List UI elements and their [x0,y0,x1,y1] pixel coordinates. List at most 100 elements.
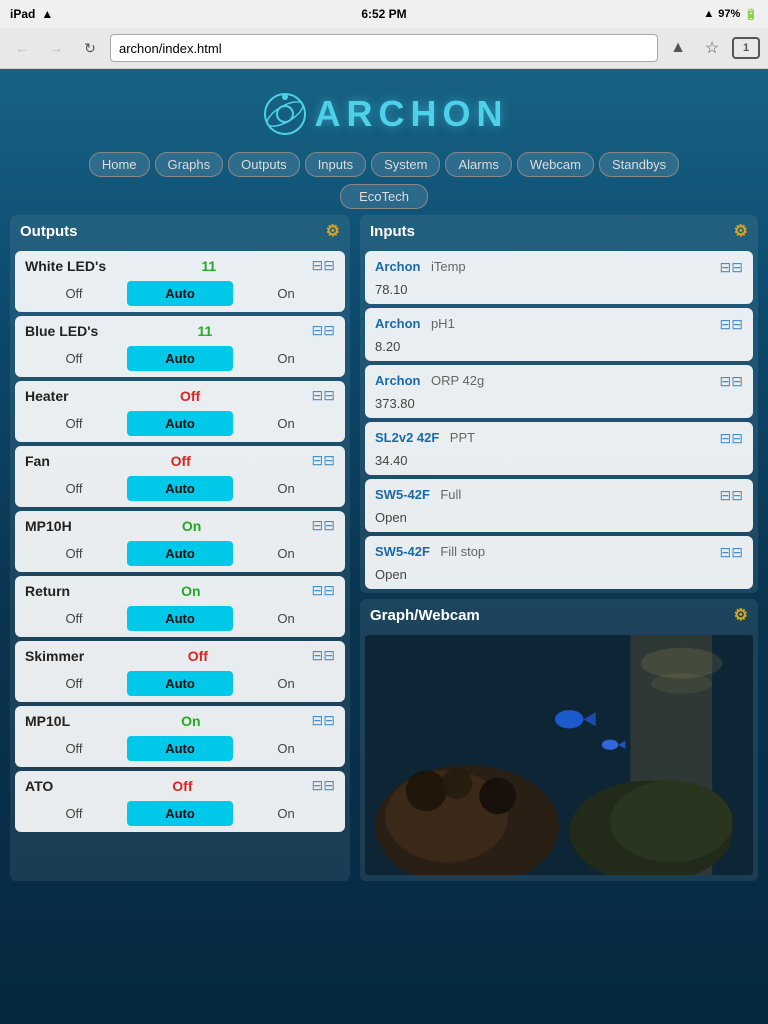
off-btn-white-leds[interactable]: Off [21,281,127,306]
tab-count[interactable]: 1 [732,37,760,59]
output-blue-leds: Blue LED's 11 ⊟⊟ Off Auto On [15,316,345,377]
auto-btn-mp10l[interactable]: Auto [127,736,233,761]
slider-icon-heater[interactable]: ⊟⊟ [312,387,335,404]
input-orp: Archon ORP 42g ⊟⊟ 373.80 [365,365,753,418]
output-heater: Heater Off ⊟⊟ Off Auto On [15,381,345,442]
off-btn-heater[interactable]: Off [21,411,127,436]
auto-btn-blue-leds[interactable]: Auto [127,346,233,371]
auto-btn-skimmer[interactable]: Auto [127,671,233,696]
off-btn-return[interactable]: Off [21,606,127,631]
slider-icon-fan[interactable]: ⊟⊟ [312,452,335,469]
slider-icon-white-leds[interactable]: ⊟⊟ [312,257,335,274]
output-mp10l: MP10L On ⊟⊟ Off Auto On [15,706,345,767]
controls-mp10l: Off Auto On [15,732,345,767]
outputs-header: Outputs ⚙ [10,215,350,247]
output-fan: Fan Off ⊟⊟ Off Auto On [15,446,345,507]
off-btn-fan[interactable]: Off [21,476,127,501]
on-btn-mp10l[interactable]: On [233,736,339,761]
off-btn-mp10l[interactable]: Off [21,736,127,761]
slider-icon-mp10h[interactable]: ⊟⊟ [312,517,335,534]
graph-gear-icon[interactable]: ⚙ [734,605,748,625]
on-btn-white-leds[interactable]: On [233,281,339,306]
back-button[interactable]: ← [8,34,36,62]
controls-ato: Off Auto On [15,797,345,832]
output-name-skimmer: Skimmer [25,648,84,664]
nav-webcam[interactable]: Webcam [517,152,594,177]
output-value-blue-leds: 11 [198,323,213,339]
slider-icon-ph1[interactable]: ⊟⊟ [720,316,743,333]
input-ph1: Archon pH1 ⊟⊟ 8.20 [365,308,753,361]
slider-icon-return[interactable]: ⊟⊟ [312,582,335,599]
auto-btn-fan[interactable]: Auto [127,476,233,501]
controls-skimmer: Off Auto On [15,667,345,702]
logo-area: ARCHON [10,79,758,144]
output-value-fan: Off [171,453,191,469]
output-name-ato: ATO [25,778,53,794]
slider-icon-skimmer[interactable]: ⊟⊟ [312,647,335,664]
battery-icon: 🔋 [744,8,758,21]
inputs-title: Inputs [370,223,415,240]
auto-btn-heater[interactable]: Auto [127,411,233,436]
reload-button[interactable]: ↻ [76,34,104,62]
nav-inputs[interactable]: Inputs [305,152,366,177]
input-value-ph1: 8.20 [365,337,753,361]
on-btn-blue-leds[interactable]: On [233,346,339,371]
input-sw5-full-label: SW5-42F Full [375,486,461,504]
aquarium-background [365,635,753,875]
nav-alarms[interactable]: Alarms [445,152,511,177]
slider-icon-sw5-fillstop[interactable]: ⊟⊟ [720,544,743,561]
forward-button[interactable]: → [42,34,70,62]
slider-icon-itemp[interactable]: ⊟⊟ [720,259,743,276]
output-value-skimmer: Off [188,648,208,664]
slider-icon-mp10l[interactable]: ⊟⊟ [312,712,335,729]
output-name-mp10l: MP10L [25,713,70,729]
input-value-ppt: 34.40 [365,451,753,475]
on-btn-heater[interactable]: On [233,411,339,436]
on-btn-mp10h[interactable]: On [233,541,339,566]
slider-icon-sw5-full[interactable]: ⊟⊟ [720,487,743,504]
address-bar[interactable] [110,34,658,62]
inputs-panel: Inputs ⚙ Archon iTemp ⊟⊟ 78.10 [360,215,758,593]
off-btn-blue-leds[interactable]: Off [21,346,127,371]
on-btn-skimmer[interactable]: On [233,671,339,696]
inputs-gear-icon[interactable]: ⚙ [734,221,748,241]
output-white-leds: White LED's 11 ⊟⊟ Off Auto On [15,251,345,312]
slider-icon-ato[interactable]: ⊟⊟ [312,777,335,794]
auto-btn-mp10h[interactable]: Auto [127,541,233,566]
off-btn-ato[interactable]: Off [21,801,127,826]
outputs-gear-icon[interactable]: ⚙ [326,221,340,241]
auto-btn-white-leds[interactable]: Auto [127,281,233,306]
share-button[interactable]: ▲ [664,34,692,62]
browser-chrome: ← → ↻ ▲ ☆ 1 [0,28,768,69]
on-btn-ato[interactable]: On [233,801,339,826]
controls-fan: Off Auto On [15,472,345,507]
nav-standbys[interactable]: Standbys [599,152,679,177]
eco-row: EcoTech [10,181,758,215]
slider-icon-ppt[interactable]: ⊟⊟ [720,430,743,447]
right-column: Inputs ⚙ Archon iTemp ⊟⊟ 78.10 [360,215,758,881]
nav-home[interactable]: Home [89,152,150,177]
off-btn-mp10h[interactable]: Off [21,541,127,566]
input-value-sw5-full: Open [365,508,753,532]
output-value-mp10h: On [182,518,201,534]
slider-icon-blue-leds[interactable]: ⊟⊟ [312,322,335,339]
output-name-return: Return [25,583,70,599]
on-btn-return[interactable]: On [233,606,339,631]
off-btn-skimmer[interactable]: Off [21,671,127,696]
input-orp-label: Archon ORP 42g [375,372,484,390]
bookmark-button[interactable]: ☆ [698,34,726,62]
slider-icon-orp[interactable]: ⊟⊟ [720,373,743,390]
auto-btn-return[interactable]: Auto [127,606,233,631]
output-name-heater: Heater [25,388,69,404]
nav-graphs[interactable]: Graphs [155,152,224,177]
on-btn-fan[interactable]: On [233,476,339,501]
nav-outputs[interactable]: Outputs [228,152,300,177]
controls-return: Off Auto On [15,602,345,637]
logo-icon [260,89,310,139]
auto-btn-ato[interactable]: Auto [127,801,233,826]
output-value-return: On [181,583,200,599]
nav-system[interactable]: System [371,152,440,177]
output-name-mp10h: MP10H [25,518,72,534]
output-value-ato: Off [172,778,192,794]
nav-ecotech[interactable]: EcoTech [340,184,428,209]
